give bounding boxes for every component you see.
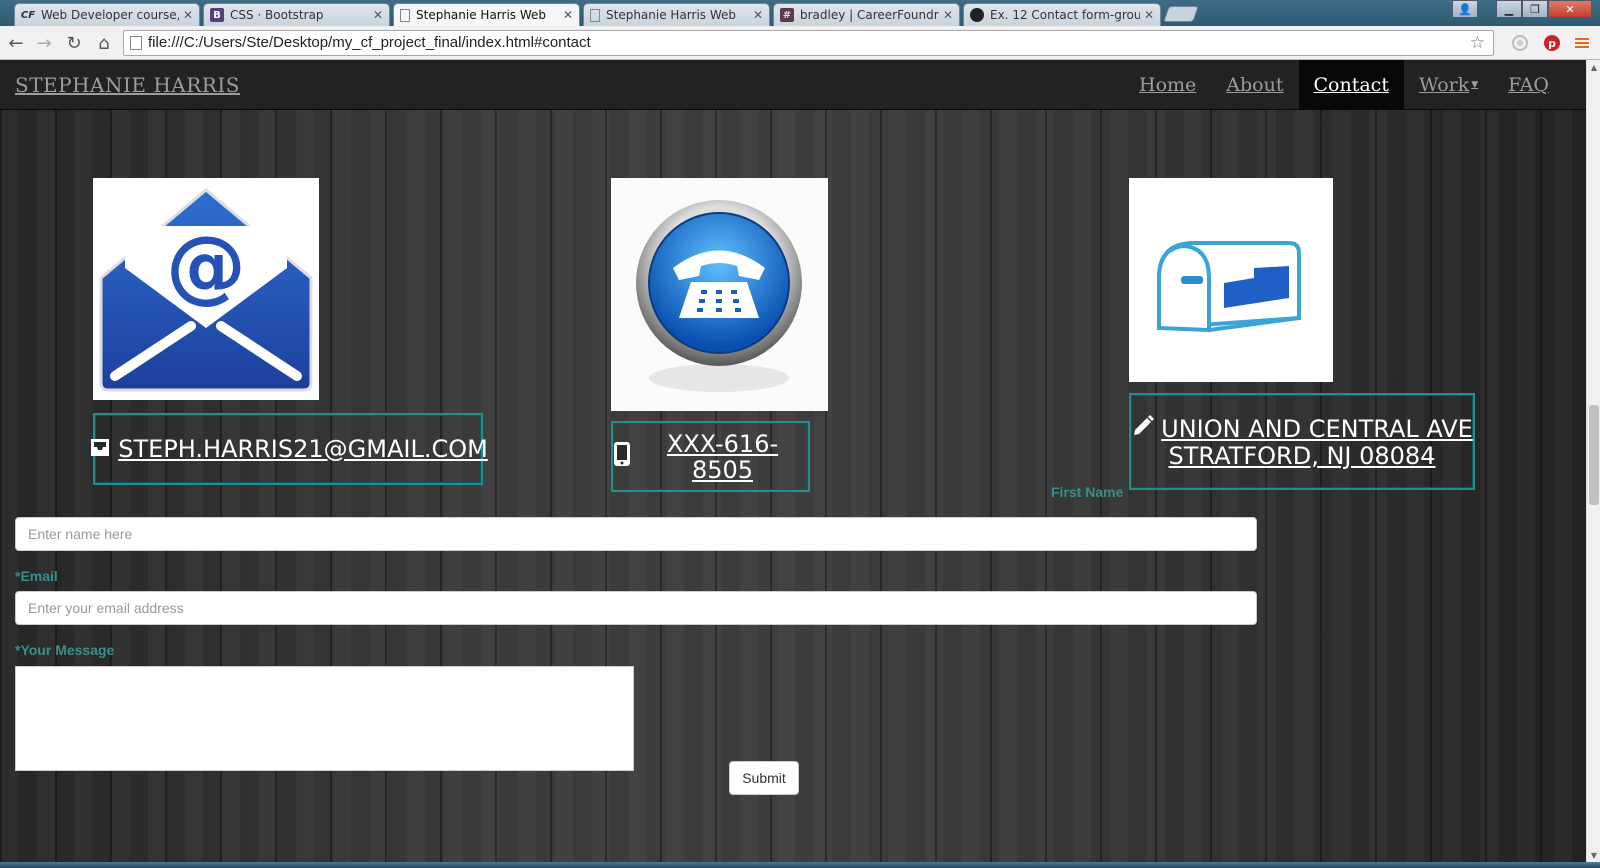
mailbox-image xyxy=(1129,178,1333,382)
browser-toolbar: ← → ↻ ⌂ file:///C:/Users/Ste/Desktop/my_… xyxy=(0,26,1600,60)
tab-title: Stephanie Harris Web xyxy=(416,8,547,22)
tab-title: Ex. 12 Contact form-grou xyxy=(990,8,1140,22)
chrome-menu-icon[interactable] xyxy=(1570,31,1594,55)
page-icon xyxy=(130,36,142,50)
site-navbar: STEPHANIE HARRIS Home About Contact Work… xyxy=(0,60,1586,110)
page-scrollbar[interactable]: ▲ ▼ xyxy=(1586,60,1600,862)
close-icon[interactable]: ✕ xyxy=(1144,8,1154,22)
window-buttons: ▁ ❐ ✕ xyxy=(1496,0,1592,18)
close-icon[interactable]: ✕ xyxy=(373,8,383,22)
scroll-down-arrow-icon[interactable]: ▼ xyxy=(1587,848,1600,862)
home-icon[interactable]: ⌂ xyxy=(92,31,116,55)
submit-button[interactable]: Submit xyxy=(729,761,799,795)
tab-title: Stephanie Harris Web xyxy=(606,8,737,22)
close-icon[interactable]: ✕ xyxy=(183,8,193,22)
minimize-icon[interactable]: ▁ xyxy=(1496,0,1522,18)
page-favicon-icon xyxy=(590,8,600,22)
browser-tab-active[interactable]: Stephanie Harris Web ✕ xyxy=(393,3,580,26)
phone-contact-box[interactable]: XXX-616-8505 xyxy=(611,421,810,492)
first-name-label: First Name xyxy=(1051,484,1124,500)
user-profile-icon[interactable]: 👤 xyxy=(1452,0,1478,18)
url-text: file:///C:/Users/Ste/Desktop/my_cf_proje… xyxy=(148,34,591,51)
nav-links: Home About Contact Work ▼ FAQ xyxy=(1124,60,1564,110)
browser-tab[interactable]: Ex. 12 Contact form-grou ✕ xyxy=(963,3,1161,26)
nav-work-dropdown[interactable]: Work ▼ xyxy=(1404,60,1493,110)
window-controls: 👤 xyxy=(1452,0,1478,18)
forward-arrow-icon[interactable]: → xyxy=(32,31,56,55)
careerfoundry-favicon-icon: CF xyxy=(20,9,36,21)
address-bar[interactable]: file:///C:/Users/Ste/Desktop/my_cf_proje… xyxy=(123,30,1494,56)
new-tab-button[interactable] xyxy=(1163,6,1199,22)
site-brand-link[interactable]: STEPHANIE HARRIS xyxy=(15,73,240,97)
email-contact-box[interactable]: STEPH.HARRIS21@GMAIL.COM xyxy=(91,413,488,485)
svg-text:@: @ xyxy=(166,219,246,312)
bookmark-star-icon[interactable]: ☆ xyxy=(1470,31,1485,55)
close-icon[interactable]: ✕ xyxy=(753,8,763,22)
restore-icon[interactable]: ❐ xyxy=(1522,0,1548,18)
browser-tab[interactable]: Stephanie Harris Web ✕ xyxy=(583,3,770,26)
browser-tab[interactable]: B CSS · Bootstrap ✕ xyxy=(203,3,390,26)
page-favicon-icon xyxy=(400,8,410,22)
bootstrap-favicon-icon: B xyxy=(210,8,224,22)
close-icon[interactable]: ✕ xyxy=(563,8,573,22)
message-label: *Your Message xyxy=(15,642,115,658)
tab-title: bradley | CareerFoundry S xyxy=(800,8,939,22)
address-line-1-row: UNION AND CENTRAL AVE xyxy=(1131,414,1473,443)
scroll-up-arrow-icon[interactable]: ▲ xyxy=(1587,60,1600,74)
phone-link[interactable]: XXX-616-8505 xyxy=(637,431,808,483)
nav-label: FAQ xyxy=(1508,74,1549,96)
email-link[interactable]: STEPH.HARRIS21@GMAIL.COM xyxy=(118,436,488,462)
address-line-2[interactable]: STRATFORD, NJ 08084 xyxy=(1169,443,1436,469)
address-contact-box[interactable]: UNION AND CENTRAL AVE STRATFORD, NJ 0808… xyxy=(1129,393,1475,490)
os-taskbar xyxy=(0,862,1600,868)
tab-title: Web Developer course, e xyxy=(41,8,179,22)
mobile-phone-icon xyxy=(613,441,631,472)
email-envelope-image: @ xyxy=(93,178,319,400)
tab-title: CSS · Bootstrap xyxy=(230,8,324,22)
nav-about-link[interactable]: About xyxy=(1211,60,1298,110)
hash-favicon-icon: # xyxy=(780,8,794,22)
address-line-1[interactable]: UNION AND CENTRAL AVE xyxy=(1161,416,1473,442)
first-name-input[interactable] xyxy=(15,517,1257,551)
close-window-icon[interactable]: ✕ xyxy=(1548,0,1592,18)
message-textarea[interactable] xyxy=(15,666,634,771)
pinterest-icon[interactable]: p xyxy=(1540,31,1564,55)
nav-label: Work xyxy=(1418,74,1470,96)
nav-label: Home xyxy=(1139,74,1197,96)
reload-icon[interactable]: ↻ xyxy=(62,31,86,55)
nav-label: About xyxy=(1226,74,1284,96)
svg-text:p: p xyxy=(1548,37,1556,50)
telephone-image xyxy=(611,178,828,411)
email-input[interactable] xyxy=(15,591,1257,625)
pencil-icon xyxy=(1131,414,1155,443)
github-icon xyxy=(970,8,984,22)
email-label: *Email xyxy=(15,568,58,584)
nav-faq-link[interactable]: FAQ xyxy=(1493,60,1564,110)
browser-tab[interactable]: CF Web Developer course, e ✕ xyxy=(14,3,200,26)
web-page: STEPHANIE HARRIS Home About Contact Work… xyxy=(0,60,1586,862)
browser-tab-bar: CF Web Developer course, e ✕ B CSS · Boo… xyxy=(0,0,1600,26)
back-arrow-icon[interactable]: ← xyxy=(4,31,28,55)
nav-home-link[interactable]: Home xyxy=(1124,60,1211,110)
caret-down-icon: ▼ xyxy=(1471,80,1479,90)
close-icon[interactable]: ✕ xyxy=(943,8,953,22)
browser-tab[interactable]: # bradley | CareerFoundry S ✕ xyxy=(773,3,960,26)
nav-contact-link[interactable]: Contact xyxy=(1298,60,1404,110)
inbox-icon xyxy=(88,435,112,464)
nav-label: Contact xyxy=(1313,74,1389,96)
scrollbar-thumb[interactable] xyxy=(1589,405,1599,505)
extension-icon[interactable] xyxy=(1508,31,1532,55)
